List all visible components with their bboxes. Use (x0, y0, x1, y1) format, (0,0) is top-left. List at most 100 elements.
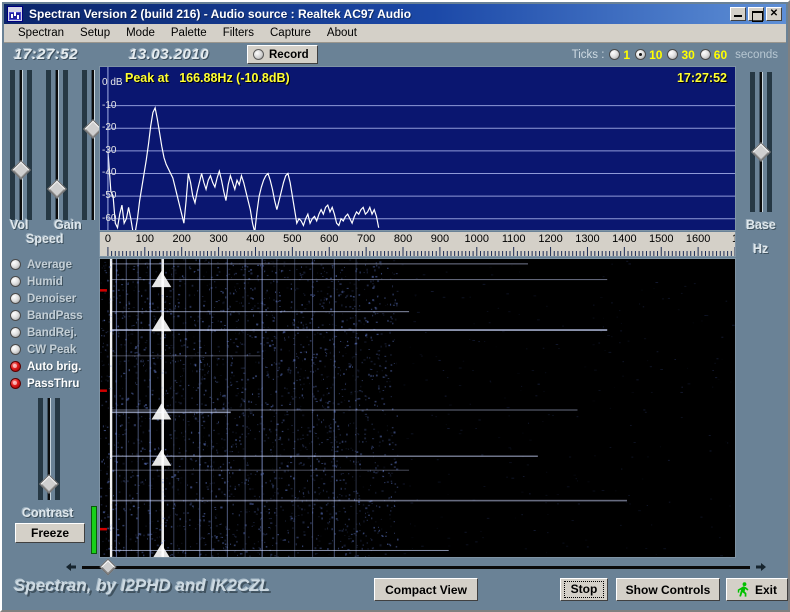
option-denoiser[interactable]: Denoiser (10, 290, 96, 307)
seconds-label: seconds (735, 48, 778, 61)
freq-tick-label-200: 200 (172, 233, 191, 245)
peak-readout: Peak at 166.88Hz (-10.8dB) (125, 71, 290, 85)
maximize-button[interactable] (748, 7, 764, 22)
spectran-window: Spectran Version 2 (build 216) - Audio s… (0, 0, 790, 612)
option-bandrej-label: BandRej. (27, 326, 77, 339)
close-button[interactable]: ✕ (766, 7, 782, 21)
radio-icon-passthru (10, 378, 21, 389)
speed-slider-label: Speed (26, 232, 64, 246)
radio-icon-10 (635, 49, 647, 60)
menu-item-filters[interactable]: Filters (215, 26, 262, 40)
menu-item-about[interactable]: About (319, 26, 365, 40)
option-auto-brightness[interactable]: Auto brig. (10, 358, 96, 375)
running-man-icon (737, 582, 750, 597)
exit-button[interactable]: Exit (726, 578, 788, 601)
option-average[interactable]: Average (10, 256, 96, 273)
window-title: Spectran Version 2 (build 216) - Audio s… (29, 7, 412, 21)
option-humid[interactable]: Humid (10, 273, 96, 290)
freq-tick-label-400: 400 (246, 233, 265, 245)
bottom-bar: Spectran, by I2PHD and IK2CZL Compact Vi… (4, 558, 788, 608)
arrow-right-icon[interactable] (754, 561, 768, 573)
option-cwpeak-label: CW Peak (27, 343, 77, 356)
date-display: 13.03.2010 (129, 46, 210, 63)
option-passthru[interactable]: PassThru (10, 375, 96, 392)
radio-icon-denoiser (10, 293, 21, 304)
vol-slider[interactable] (10, 70, 32, 220)
title-bar: Spectran Version 2 (build 216) - Audio s… (4, 4, 786, 24)
tick-option-1[interactable]: 1 (609, 48, 630, 62)
option-cwpeak[interactable]: CW Peak (10, 341, 96, 358)
waterfall-canvas (100, 259, 735, 557)
radio-icon-average (10, 259, 21, 270)
freq-tick-label-1300: 1300 (575, 233, 600, 245)
record-button[interactable]: Record (247, 45, 318, 64)
spectrum-graph[interactable]: 0 dB -10 -20 -30 -40 -50 -60 Peak at 166.88Hz … (99, 66, 736, 231)
freq-tick-label-1000: 1000 (464, 233, 490, 245)
right-control-panel: Base Hz (738, 66, 786, 558)
contrast-slider-wrap (38, 398, 60, 500)
stop-button[interactable]: Stop (560, 578, 608, 601)
radio-icon-humid (10, 276, 21, 287)
arrow-left-icon[interactable] (64, 561, 78, 573)
menu-item-setup[interactable]: Setup (72, 26, 118, 40)
left-control-panel: Vol Gain Speed Average Humid Denoiser Ba… (4, 66, 104, 558)
freq-tick-label-1100: 1100 (501, 233, 526, 245)
scrollbar-track[interactable] (82, 558, 750, 575)
waterfall-display[interactable] (99, 258, 736, 558)
base-slider[interactable] (750, 72, 772, 212)
menu-item-spectran[interactable]: Spectran (10, 26, 72, 40)
show-controls-button[interactable]: Show Controls (616, 578, 720, 601)
menu-bar: Spectran Setup Mode Palette Filters Capt… (4, 24, 786, 43)
ticks-selector: Ticks : 1 10 30 60 seconds (572, 48, 778, 62)
menu-item-capture[interactable]: Capture (262, 26, 319, 40)
scrollbar-thumb[interactable] (99, 558, 117, 575)
minimize-button[interactable] (730, 7, 746, 21)
option-bandpass[interactable]: BandPass (10, 307, 96, 324)
exit-button-label: Exit (754, 582, 777, 597)
tick-option-60[interactable]: 60 (699, 48, 727, 62)
spectrum-y-label-60: -60 (102, 212, 117, 224)
info-bar: 17:27:52 13.03.2010 Record Ticks : 1 10 … (4, 43, 786, 66)
compact-view-button[interactable]: Compact View (374, 578, 478, 601)
option-auto-brightness-label: Auto brig. (27, 360, 82, 373)
tick-option-1-label: 1 (623, 47, 631, 62)
tick-option-10[interactable]: 10 (635, 48, 662, 62)
freeze-button-label: Freeze (30, 526, 70, 540)
freq-tick-label-1700: 1 (732, 233, 735, 245)
speed-slider[interactable] (46, 70, 68, 220)
window-controls: ✕ (730, 7, 784, 22)
spectrum-y-label-20: -20 (102, 122, 117, 134)
freq-tick-label-1400: 1400 (612, 233, 637, 245)
base-slider-label: Base (746, 218, 776, 232)
frequency-scrollbar[interactable] (64, 558, 768, 575)
freeze-button[interactable]: Freeze (15, 523, 85, 543)
spectrum-gridlines (107, 105, 735, 220)
option-bandrej[interactable]: BandRej. (10, 324, 96, 341)
radio-icon-60 (699, 49, 711, 60)
contrast-slider[interactable] (38, 398, 60, 500)
option-humid-label: Humid (27, 275, 63, 288)
freq-tick-label-800: 800 (393, 233, 413, 245)
menu-item-mode[interactable]: Mode (118, 26, 163, 40)
menu-item-palette[interactable]: Palette (163, 26, 215, 40)
freq-tick-label-300: 300 (209, 233, 228, 245)
radio-icon-cwpeak (10, 344, 21, 355)
spectrum-y-label-40: -40 (102, 167, 117, 179)
show-controls-label: Show Controls (625, 582, 711, 597)
spectrum-y-label-10: -10 (102, 99, 117, 111)
spectrum-y-label-50: -50 (102, 190, 117, 202)
gain-slider-label: Gain (54, 218, 82, 232)
tick-option-30[interactable]: 30 (667, 48, 695, 62)
freq-tick-label-600: 600 (320, 233, 339, 245)
spectrum-plot (107, 67, 735, 230)
close-icon: ✕ (769, 8, 779, 19)
radio-icon-auto-brightness (10, 361, 21, 372)
level-indicator (91, 506, 97, 554)
option-bandpass-label: BandPass (27, 309, 83, 322)
app-icon (7, 6, 23, 22)
option-passthru-label: PassThru (27, 377, 80, 390)
contrast-slider-label: Contrast (22, 506, 74, 520)
freq-tick-label-500: 500 (283, 233, 302, 245)
frequency-axis[interactable]: 0 100 200 300 400 500 600 700 800 900 1000 1100 1200… (99, 232, 736, 257)
freq-tick-label-1500: 1500 (648, 233, 674, 245)
